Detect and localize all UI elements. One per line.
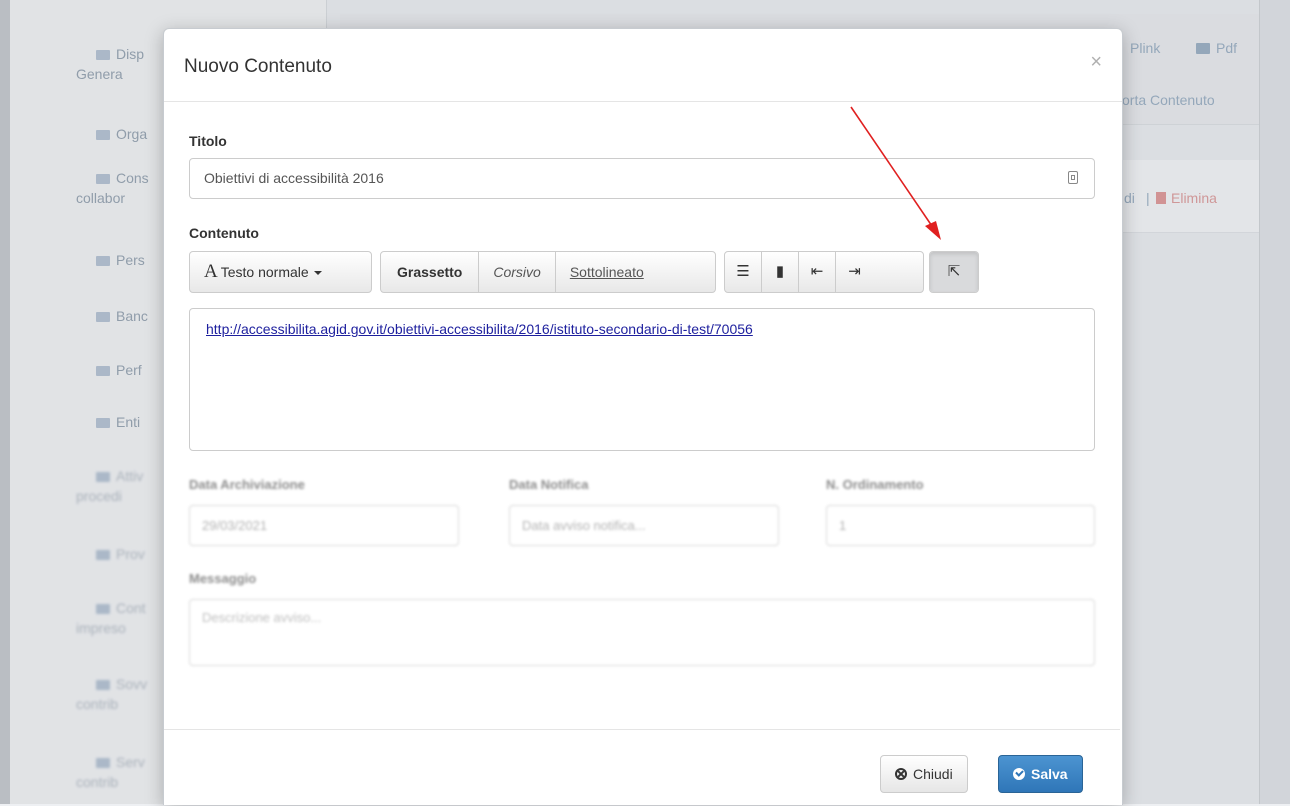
close-button[interactable]: Chiudi <box>880 755 968 793</box>
title-label: Titolo <box>189 133 227 149</box>
font-style-dropdown[interactable]: A Testo normale <box>190 252 371 292</box>
title-input[interactable]: Obiettivi di accessibilità 2016 <box>189 158 1095 199</box>
message-textarea[interactable]: Descrizione avviso... <box>189 599 1095 666</box>
content-editor[interactable]: http://accessibilita.agid.gov.it/obietti… <box>189 308 1095 451</box>
notify-date-input[interactable]: Data avviso notifica... <box>509 505 779 546</box>
italic-button[interactable]: Corsivo <box>479 252 556 292</box>
outdent-icon: ⇤ <box>810 263 824 280</box>
link-icon: ⇱ <box>947 263 961 280</box>
modal-footer: Chiudi Salva <box>164 729 1120 806</box>
indent-icon: ⇥ <box>848 263 861 280</box>
close-icon[interactable]: × <box>1090 51 1102 74</box>
order-input[interactable]: 1 <box>826 505 1095 546</box>
title-input-value: Obiettivi di accessibilità 2016 <box>204 170 384 186</box>
underline-button[interactable]: Sottolineato <box>556 252 658 292</box>
modal-title: Nuovo Contenuto <box>184 56 332 77</box>
unordered-list-icon: ☰ <box>736 263 750 280</box>
check-circle-icon <box>1013 768 1025 780</box>
new-content-modal: Nuovo Contenuto × Titolo Obiettivi di ac… <box>163 28 1123 805</box>
ordered-list-button[interactable]: ▮ <box>762 252 799 292</box>
ordered-list-icon: ▮ <box>775 263 785 280</box>
caret-down-icon <box>313 271 322 275</box>
link-group: ⇱ <box>929 251 979 293</box>
content-label: Contenuto <box>189 225 259 241</box>
indent-button[interactable]: ⇥ <box>836 252 873 292</box>
text-format-group: Grassetto Corsivo Sottolineato <box>380 251 716 293</box>
close-circle-icon <box>895 768 907 780</box>
unordered-list-button[interactable]: ☰ <box>725 252 762 292</box>
modal-header: Nuovo Contenuto × <box>164 29 1122 102</box>
clipboard-icon <box>1068 171 1078 184</box>
message-label: Messaggio <box>189 571 257 586</box>
bold-button[interactable]: Grassetto <box>381 252 480 292</box>
save-button[interactable]: Salva <box>998 755 1083 793</box>
notify-date-label: Data Notifica <box>509 477 589 492</box>
archive-date-input[interactable]: 29/03/2021 <box>189 505 459 546</box>
content-link[interactable]: http://accessibilita.agid.gov.it/obietti… <box>206 321 753 337</box>
archive-date-label: Data Archiviazione <box>189 477 305 492</box>
outdent-button[interactable]: ⇤ <box>799 252 836 292</box>
insert-link-button[interactable]: ⇱ <box>930 252 978 292</box>
list-group: ☰ ▮ ⇤ ⇥ <box>724 251 924 293</box>
font-style-group: A Testo normale <box>189 251 372 293</box>
font-icon: A <box>204 261 218 282</box>
lower-form: Data Archiviazione 29/03/2021 Data Notif… <box>164 459 1122 709</box>
order-label: N. Ordinamento <box>826 477 924 492</box>
